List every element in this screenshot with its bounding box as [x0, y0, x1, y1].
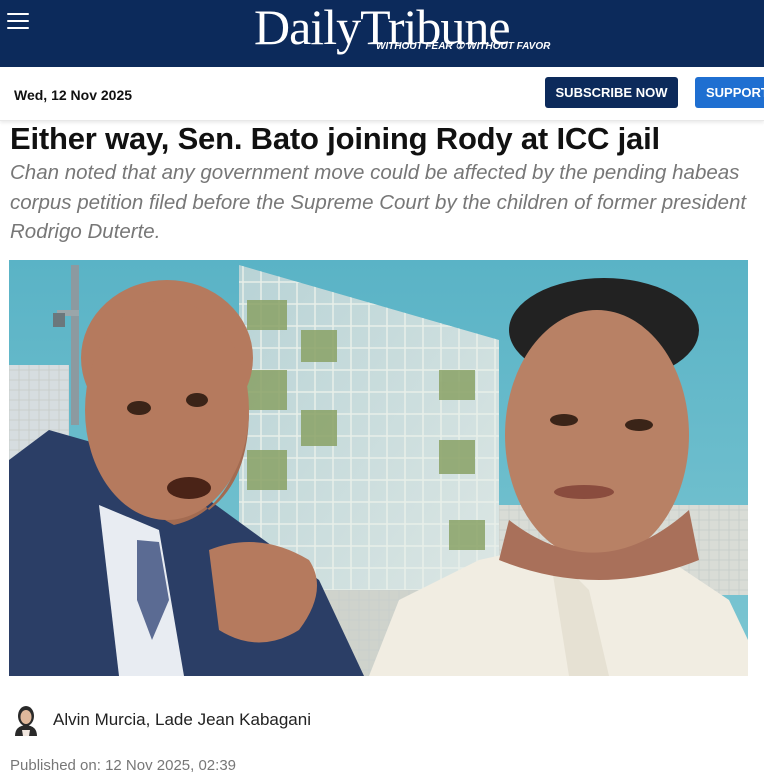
logo-tagline: WITHOUT FEAR ① WITHOUT FAVOR	[376, 41, 551, 52]
author-avatar-icon[interactable]	[11, 704, 41, 736]
published-date: Published on: 12 Nov 2025, 02:39	[10, 757, 237, 774]
current-date: Wed, 12 Nov 2025	[14, 87, 133, 103]
hamburger-menu-icon[interactable]	[7, 13, 29, 31]
byline: Alvin Murcia, Lade Jean Kabagani	[11, 704, 311, 736]
article-headline: Either way, Sen. Bato joining Rody at IC…	[10, 121, 660, 156]
date-bar: Wed, 12 Nov 2025 SUBSCRIBE NOW SUPPORT	[0, 67, 764, 121]
author-names[interactable]: Alvin Murcia, Lade Jean Kabagani	[53, 710, 311, 730]
subscribe-button[interactable]: SUBSCRIBE NOW	[545, 77, 678, 108]
article-dek: Chan noted that any government move coul…	[10, 161, 747, 243]
masthead: DailyTribune WITHOUT FEAR ① WITHOUT FAVO…	[0, 0, 764, 67]
site-logo[interactable]: DailyTribune WITHOUT FEAR ① WITHOUT FAVO…	[254, 0, 574, 60]
hero-image	[9, 260, 748, 676]
support-button[interactable]: SUPPORT	[695, 77, 764, 108]
